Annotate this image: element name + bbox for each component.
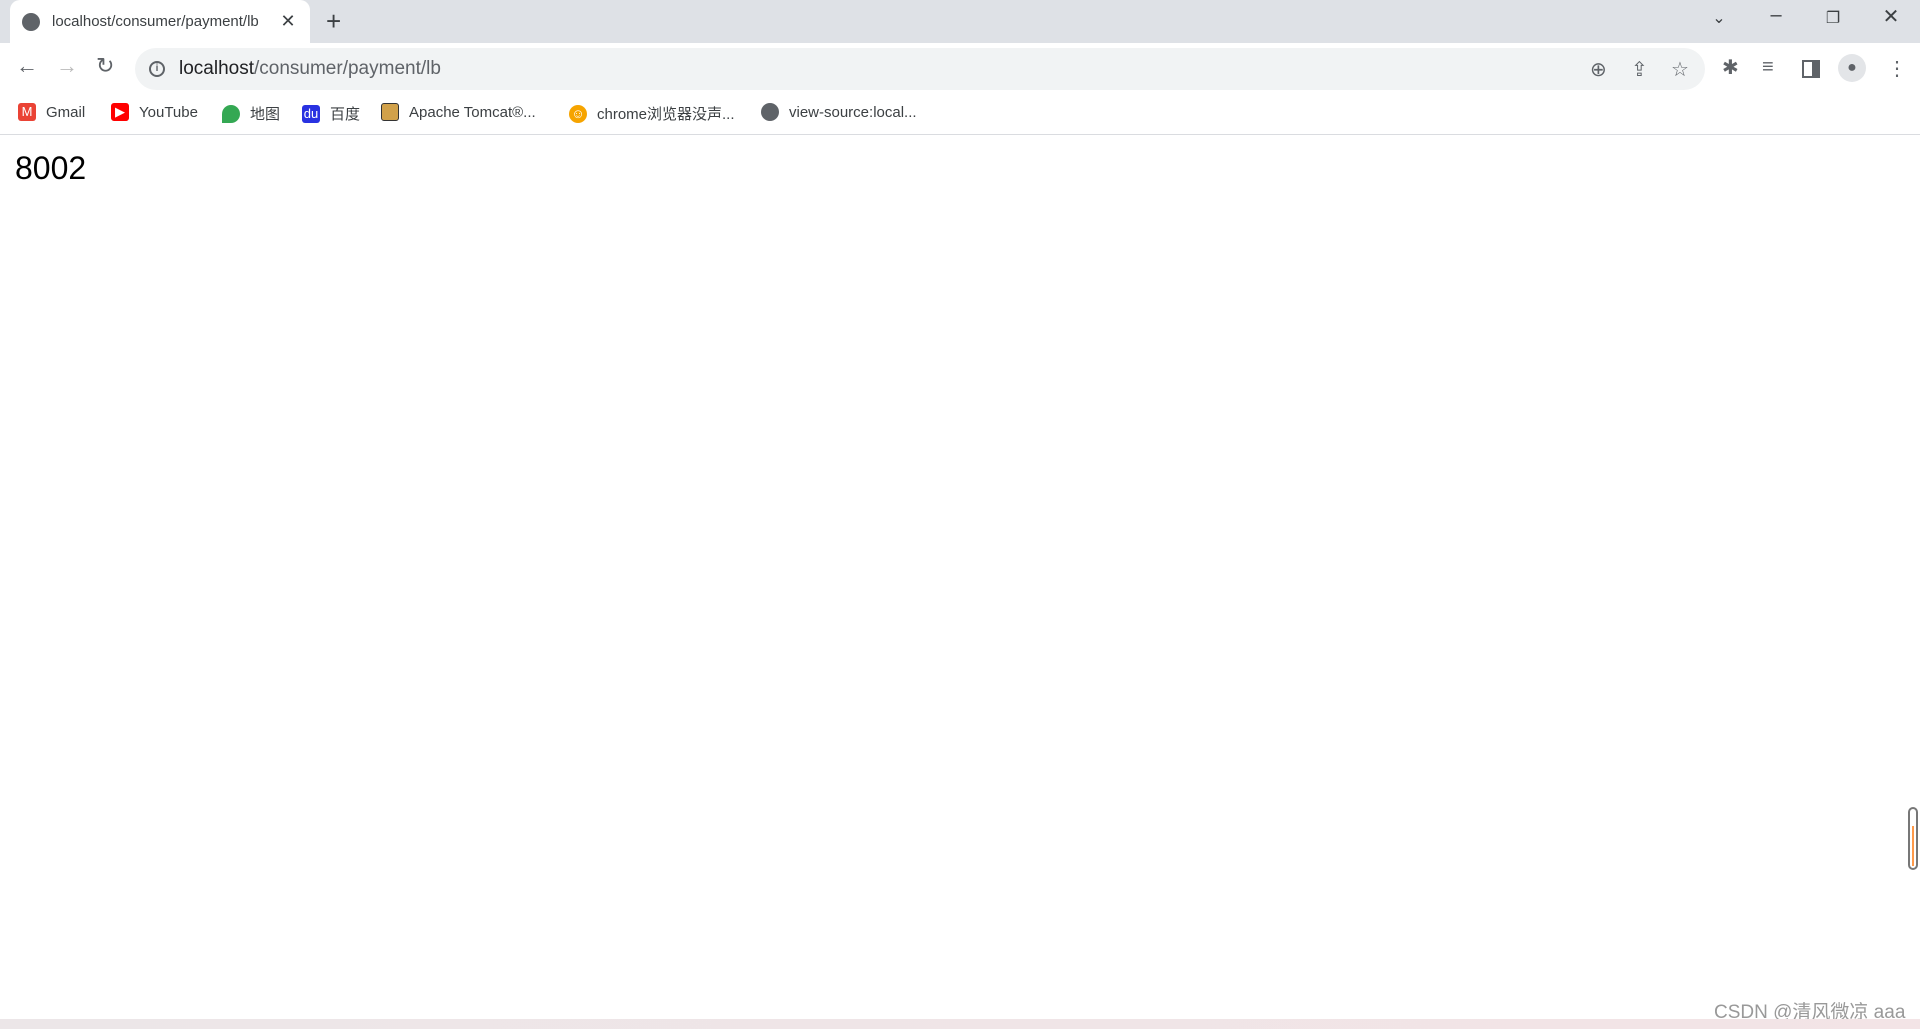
site-info-icon[interactable]: i (149, 61, 165, 77)
forward-button[interactable]: → (56, 53, 78, 79)
taskbar-edge (0, 1019, 1920, 1029)
baidu-icon: du (302, 104, 320, 123)
side-panel-icon[interactable] (1802, 60, 1820, 78)
reload-button[interactable]: ↻ (96, 53, 114, 79)
bookmark-chrome-sound[interactable]: ☺ chrome浏览器没声... (569, 103, 735, 124)
toolbar: ← → ↻ i localhost/consumer/payment/lb ⊕ … (0, 43, 1920, 91)
profile-avatar-icon[interactable]: ● (1838, 54, 1866, 82)
minimize-button[interactable]: – (1756, 4, 1796, 27)
tab-title: localhost/consumer/payment/lb (52, 13, 259, 30)
bookmark-baidu[interactable]: du 百度 (302, 103, 360, 124)
url-path: /consumer/payment/lb (254, 58, 441, 79)
bookmark-maps[interactable]: 地图 (222, 103, 280, 124)
tab-strip: localhost/consumer/payment/lb ✕ + ⌄ – ❐ … (0, 0, 1920, 43)
bookmark-label: YouTube (139, 103, 198, 121)
bookmarks-bar: M Gmail ▶ YouTube 地图 du 百度 Apache Tomcat®..… (0, 91, 1920, 135)
address-bar[interactable]: i localhost/consumer/payment/lb ⊕ ⇪ ☆ (135, 48, 1705, 90)
menu-kebab-icon[interactable]: ⋮ (1887, 56, 1907, 81)
bookmark-youtube[interactable]: ▶ YouTube (111, 103, 198, 121)
share-icon[interactable]: ⇪ (1631, 57, 1648, 82)
smiley-icon: ☺ (569, 104, 587, 123)
bookmark-label: 地图 (250, 106, 281, 123)
close-tab-icon[interactable]: ✕ (278, 11, 298, 32)
bookmark-label: 百度 (330, 106, 361, 123)
tab-search-chevron-icon[interactable]: ⌄ (1699, 8, 1739, 28)
scroll-indicator-fill (1912, 826, 1914, 866)
page-content: 8002 (15, 150, 87, 186)
youtube-icon: ▶ (111, 103, 129, 121)
globe-icon (761, 103, 779, 121)
bookmark-label: chrome浏览器没声... (597, 106, 735, 123)
back-button[interactable]: ← (16, 53, 38, 79)
close-window-button[interactable]: ✕ (1871, 4, 1911, 29)
bookmark-label: Apache Tomcat®... (409, 103, 536, 121)
zoom-icon[interactable]: ⊕ (1590, 57, 1607, 82)
globe-icon (22, 12, 40, 31)
extensions-icon[interactable]: ✱ (1722, 55, 1739, 80)
new-tab-button[interactable]: + (326, 6, 341, 37)
bookmark-label: Gmail (46, 103, 86, 121)
bookmark-label: view-source:local... (789, 103, 917, 121)
tomcat-icon (381, 103, 399, 121)
scroll-indicator[interactable] (1908, 807, 1918, 870)
bookmark-tomcat[interactable]: Apache Tomcat®... (381, 103, 536, 121)
url-host: localhost (179, 58, 254, 79)
active-tab[interactable]: localhost/consumer/payment/lb ✕ (10, 0, 310, 43)
media-control-icon[interactable]: ≡ (1762, 56, 1774, 79)
restore-button[interactable]: ❐ (1813, 8, 1853, 28)
bookmark-star-icon[interactable]: ☆ (1671, 57, 1689, 82)
gmail-icon: M (18, 103, 36, 121)
bookmark-gmail[interactable]: M Gmail (18, 103, 85, 121)
maps-icon (222, 104, 240, 123)
bookmark-view-source[interactable]: view-source:local... (761, 103, 917, 121)
